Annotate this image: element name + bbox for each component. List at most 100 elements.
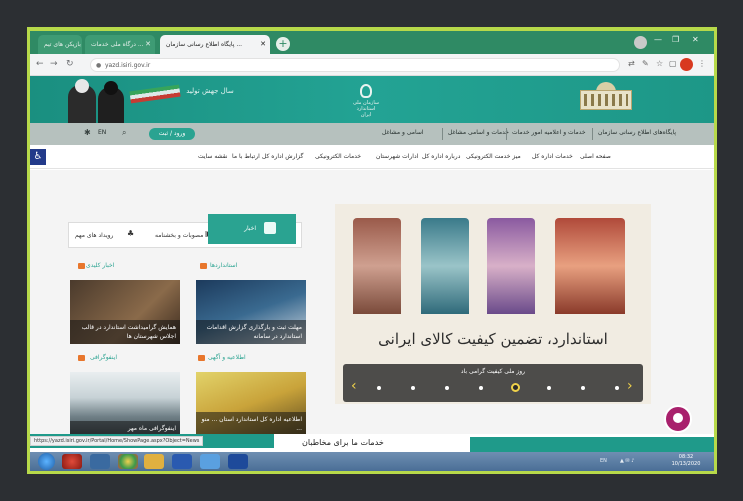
news-card[interactable]: اطلاعیه اداره کل استاندارد استان ... منو…	[196, 372, 306, 436]
settings-icon[interactable]: ✱	[84, 128, 91, 137]
tab-important-events[interactable]: رویداد های مهم	[75, 232, 113, 239]
login-label: ورود / ثبت	[158, 130, 186, 137]
language-switch[interactable]: EN	[98, 129, 106, 136]
app-icon-word[interactable]	[228, 454, 248, 469]
back-icon[interactable]: ←	[36, 59, 44, 69]
search-icon[interactable]: ⌕	[122, 128, 126, 138]
rss-icon[interactable]	[78, 355, 85, 361]
calligraphy-letter-image	[353, 218, 401, 314]
menu-item-services[interactable]: خدمات اداره کل	[532, 153, 573, 160]
browser-tab-label: بازیکن های تیم	[44, 41, 81, 48]
slider-dot[interactable]	[510, 383, 520, 392]
news-card-caption: اطلاعیه اداره کل استاندارد استان ... منو…	[196, 412, 306, 436]
slider-dot[interactable]	[445, 386, 449, 390]
browser-tab-active[interactable]: پایگاه اطلاع رسانی سازمان ... ✕	[160, 35, 270, 54]
menu-icon[interactable]: ⋮	[698, 59, 706, 68]
browser-tab-label: درگاه ملی خدمات ...	[91, 41, 144, 48]
app-icon-explorer[interactable]	[144, 454, 164, 469]
news-card[interactable]: مهلت ثبت و بارگذاری گزارش اقدامات استاند…	[196, 280, 306, 344]
window-close-button[interactable]: ✕	[692, 35, 699, 44]
divider	[506, 128, 507, 140]
chat-support-button[interactable]	[664, 405, 692, 433]
utility-link-4[interactable]: اسامی و مشاغل	[382, 129, 424, 136]
services-title: خدمات ما برای مخاطبان	[302, 438, 384, 447]
slider-dot[interactable]	[377, 386, 381, 390]
browser-tab-2[interactable]: درگاه ملی خدمات ... ✕	[85, 35, 155, 54]
menu-item-service-desk[interactable]: میز خدمت الکترونیکی	[466, 153, 521, 160]
news-card[interactable]: اینفوگرافی ماه مهر	[70, 372, 180, 436]
utility-link-3[interactable]: خدمات و اسامی مشاغل	[448, 129, 509, 136]
slider-next-icon[interactable]: ›	[627, 378, 633, 394]
main-content: رویداد های مهم ♣ مصوبات و بخشنامه ▣ اخبا…	[30, 170, 714, 436]
login-button[interactable]: ورود / ثبت	[149, 128, 195, 140]
rss-icon[interactable]	[198, 355, 205, 361]
utility-link-1[interactable]: پایگاه‌های اطلاع رسانی سازمان	[598, 129, 676, 136]
category-label[interactable]: اطلاعیه و آگهی	[208, 354, 246, 361]
forward-icon[interactable]: →	[50, 59, 58, 69]
slider-dot[interactable]	[581, 386, 585, 390]
isiri-emblem-logo[interactable]: سازمان ملی استاندارد ایران	[352, 84, 380, 118]
section-bar-right	[470, 437, 714, 452]
utility-nav: ✱ EN ⌕ ورود / ثبت اسامی و مشاغل خدمات و …	[30, 123, 714, 145]
menu-item-eservices[interactable]: خدمات الکترونیکی	[315, 153, 361, 160]
rss-icon[interactable]	[200, 263, 207, 269]
slider-dot[interactable]	[411, 386, 415, 390]
menu-item-cities[interactable]: ادارات شهرستان	[376, 153, 418, 160]
restore-button[interactable]: ❐	[672, 35, 679, 44]
browser-tab-label: پایگاه اطلاع رسانی سازمان ...	[166, 41, 243, 48]
category-label[interactable]: اینفوگرافی	[90, 354, 117, 361]
menu-item-report[interactable]: گزارش اداره کل	[262, 153, 303, 160]
rss-icon[interactable]	[78, 263, 85, 269]
taskbar-clock[interactable]: 08:32 10/13/2020	[662, 454, 710, 468]
slider-prev-icon[interactable]: ‹	[351, 378, 357, 394]
category-label[interactable]: استانداردها	[210, 262, 237, 269]
app-icon-opera[interactable]	[62, 454, 82, 469]
monitor-screen: بازیکن های تیم درگاه ملی خدمات ... ✕ پای…	[30, 31, 714, 471]
accessibility-icon[interactable]: ♿	[30, 149, 46, 165]
clock-date: 10/13/2020	[671, 461, 701, 467]
menu-item-sitemap[interactable]: نقشه سایت	[198, 153, 228, 160]
minimize-button[interactable]: —	[654, 35, 662, 44]
menu-item-about[interactable]: درباره اداره کل	[422, 153, 460, 160]
tray-flag-icon[interactable]: ▲ ✉ ♪	[620, 458, 634, 464]
app-icon-chrome[interactable]	[118, 454, 138, 469]
building-logo[interactable]	[578, 80, 634, 118]
news-card[interactable]: همایش گرامیداشت استاندارد در قالب اجلاس …	[70, 280, 180, 344]
portrait-left	[68, 79, 96, 123]
address-url: yazd.isiri.gov.ir	[105, 62, 151, 69]
category-label[interactable]: اخبار کلیدی	[86, 262, 114, 269]
app-icon-media[interactable]	[90, 454, 110, 469]
profile-icon[interactable]	[634, 36, 647, 49]
calligraphy-letter-image	[555, 218, 625, 314]
slider-caption: استاندارد، تضمین کیفیت کالای ایرانی	[378, 330, 608, 348]
close-icon[interactable]: ✕	[260, 35, 266, 54]
lock-icon: ●	[96, 62, 102, 69]
slider-dot[interactable]	[479, 386, 483, 390]
reload-icon[interactable]: ↻	[66, 59, 74, 69]
tray-language[interactable]: EN	[600, 458, 607, 464]
key-icon[interactable]: ✎	[642, 59, 649, 68]
menu-item-contact[interactable]: ارتباط با ما	[232, 153, 260, 160]
slider-controls: روز ملی کیفیت گرامی باد ‹ ›	[343, 364, 643, 402]
browser-tab-1[interactable]: بازیکن های تیم	[38, 35, 82, 54]
star-icon[interactable]: ☆	[656, 59, 663, 68]
extension-icon[interactable]: ▢	[669, 59, 677, 68]
tab-news[interactable]: اخبار	[208, 214, 296, 244]
app-icon-player[interactable]	[172, 454, 192, 469]
start-button[interactable]	[38, 453, 55, 470]
slide-title[interactable]: روز ملی کیفیت گرامی باد	[343, 368, 643, 375]
account-avatar[interactable]	[680, 58, 693, 71]
news-card-caption: همایش گرامیداشت استاندارد در قالب اجلاس …	[70, 320, 180, 344]
address-bar[interactable]: ● yazd.isiri.gov.ir	[90, 58, 620, 72]
slider-dot[interactable]	[615, 386, 619, 390]
windows-taskbar: EN ▲ ✉ ♪ 08:32 10/13/2020	[30, 452, 714, 471]
menu-item-home[interactable]: صفحه اصلی	[580, 153, 611, 160]
new-tab-button[interactable]: +	[276, 37, 290, 51]
close-icon[interactable]: ✕	[145, 35, 151, 54]
slider-dot[interactable]	[547, 386, 551, 390]
tab-resolutions[interactable]: مصوبات و بخشنامه	[155, 232, 203, 239]
hero-slider[interactable]: استاندارد، تضمین کیفیت کالای ایرانی روز …	[335, 204, 651, 404]
translate-icon[interactable]: ⇄	[628, 59, 635, 68]
app-icon-ie[interactable]	[200, 454, 220, 469]
utility-link-2[interactable]: خدمات و اعلامیه امور خدمات	[512, 129, 586, 136]
